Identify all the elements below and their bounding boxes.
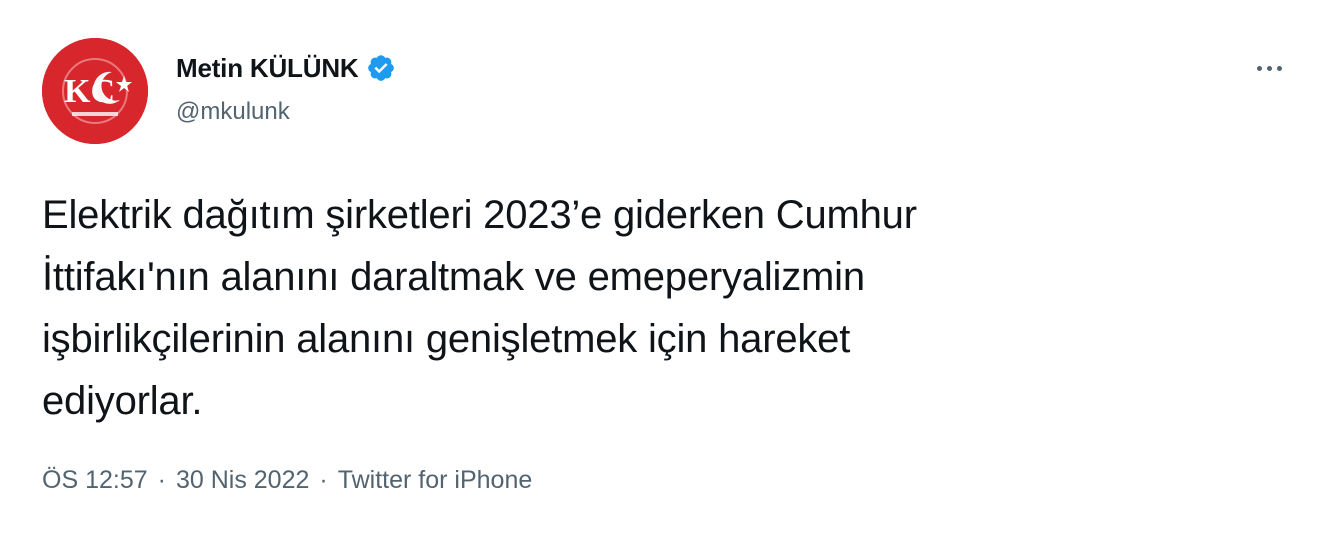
meta-separator: · [319,466,328,494]
dot [1266,65,1272,71]
tweet-card: KC Metin KÜLÜNK @mkulunk Elektrik dağıtı… [0,0,1325,533]
timestamp-time[interactable]: ÖS 12:57 [42,466,148,495]
dot [1276,65,1282,71]
name-row: Metin KÜLÜNK [176,52,396,84]
tweet-text-line: ediyorlar. [42,379,203,423]
more-options-icon[interactable] [1246,52,1292,84]
author-block: Metin KÜLÜNK @mkulunk [176,52,396,126]
tweet-text-line: İttifakı'nın alanını daraltmak ve emeper… [42,255,865,299]
crescent-star-logo-icon: KC [42,38,148,144]
display-name[interactable]: Metin KÜLÜNK [176,53,359,84]
avatar[interactable]: KC [42,38,148,144]
handle[interactable]: @mkulunk [176,98,396,126]
svg-text:KC: KC [64,73,115,110]
timestamp-date[interactable]: 30 Nis 2022 [176,466,309,495]
verified-badge-icon [368,55,395,81]
dot [1256,65,1262,71]
tweet-text-line: Elektrik dağıtım şirketleri 2023’e gider… [42,193,917,237]
meta-separator: · [157,466,166,494]
tweet-meta: ÖS 12:57 · 30 Nis 2022 · Twitter for iPh… [42,466,532,495]
tweet-source[interactable]: Twitter for iPhone [338,466,533,495]
tweet-text-line: işbirlikçilerinin alanını genişletmek iç… [42,317,851,361]
tweet-text: Elektrik dağıtım şirketleri 2023’e gider… [42,184,1242,432]
